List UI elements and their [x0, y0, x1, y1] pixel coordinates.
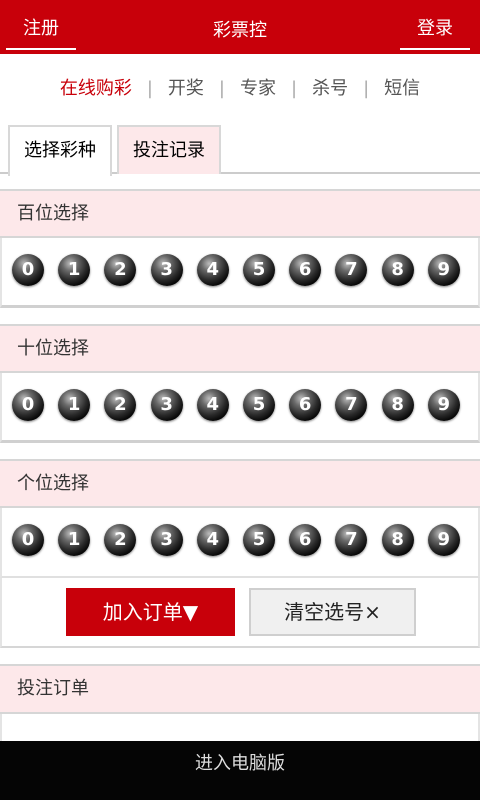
- number-ball-label: 1: [67, 529, 81, 550]
- number-ball-0[interactable]: 0: [12, 254, 44, 286]
- nav-item-kill-number[interactable]: 杀号: [312, 74, 348, 100]
- number-ball-0[interactable]: 0: [12, 389, 44, 421]
- number-ball-label: 8: [391, 394, 404, 415]
- tab-select-lottery[interactable]: 选择彩种: [8, 125, 112, 176]
- clear-selection-button[interactable]: 清空选号×: [249, 588, 416, 636]
- tab-bet-records[interactable]: 投注记录: [117, 125, 221, 174]
- nav-separator: |: [146, 78, 153, 99]
- desktop-version-link[interactable]: 进入电脑版: [0, 741, 480, 800]
- number-row: 0 1 2 3 4 5 6 7 8 9: [0, 508, 480, 578]
- number-ball-label: 2: [114, 394, 127, 415]
- number-ball-label: 3: [160, 259, 173, 280]
- number-ball-6[interactable]: 6: [289, 524, 322, 556]
- number-ball-label: 6: [298, 259, 312, 280]
- number-ball-5[interactable]: 5: [243, 389, 275, 421]
- number-ball-label: 5: [252, 394, 266, 415]
- number-ball-label: 4: [206, 259, 220, 280]
- number-ball-1[interactable]: 1: [58, 254, 91, 286]
- number-ball-label: 8: [391, 259, 404, 280]
- number-ball-8[interactable]: 8: [381, 254, 414, 286]
- nav-item-draw[interactable]: 开奖: [168, 74, 204, 100]
- number-ball-label: 9: [437, 394, 451, 415]
- number-ball-4[interactable]: 4: [196, 254, 229, 286]
- number-ball-8[interactable]: 8: [381, 389, 414, 421]
- number-ball-label: 8: [391, 529, 404, 550]
- number-ball-label: 7: [345, 394, 358, 415]
- number-ball-label: 6: [298, 394, 312, 415]
- number-ball-label: 6: [298, 529, 312, 550]
- number-ball-6[interactable]: 6: [289, 389, 322, 421]
- number-ball-6[interactable]: 6: [289, 254, 322, 286]
- number-ball-5[interactable]: 5: [243, 524, 275, 556]
- number-ball-label: 0: [21, 394, 35, 415]
- number-ball-5[interactable]: 5: [243, 254, 275, 286]
- number-ball-2[interactable]: 2: [104, 389, 137, 421]
- number-ball-label: 7: [345, 529, 358, 550]
- nav-separator: |: [291, 78, 298, 99]
- number-ball-label: 5: [252, 259, 266, 280]
- number-ball-label: 1: [67, 259, 81, 280]
- action-bar: 加入订单▼ 清空选号×: [0, 578, 480, 648]
- number-ball-4[interactable]: 4: [196, 524, 229, 556]
- number-ball-2[interactable]: 2: [104, 524, 137, 556]
- number-ball-label: 3: [160, 529, 173, 550]
- order-section-title: 投注订单: [0, 664, 480, 714]
- nav-item-online-buy[interactable]: 在线购彩: [60, 74, 132, 100]
- main-nav: 在线购彩 | 开奖 | 专家 | 杀号 | 短信: [0, 74, 480, 100]
- number-ball-3[interactable]: 3: [150, 524, 183, 556]
- section-title: 百位选择: [0, 189, 480, 238]
- nav-item-expert[interactable]: 专家: [240, 74, 276, 100]
- number-row: 0 1 2 3 4 5 6 7 8 9: [0, 373, 480, 443]
- number-ball-2[interactable]: 2: [104, 254, 137, 286]
- number-ball-label: 7: [345, 259, 358, 280]
- number-ball-label: 4: [206, 529, 220, 550]
- number-ball-label: 0: [21, 259, 35, 280]
- number-ball-1[interactable]: 1: [58, 389, 91, 421]
- number-ball-label: 0: [21, 529, 35, 550]
- number-ball-label: 5: [252, 529, 266, 550]
- login-button[interactable]: 登录: [400, 14, 470, 50]
- number-ball-8[interactable]: 8: [381, 524, 414, 556]
- number-ball-0[interactable]: 0: [12, 524, 44, 556]
- number-ball-9[interactable]: 9: [427, 389, 460, 421]
- number-ball-1[interactable]: 1: [58, 524, 91, 556]
- number-ball-label: 4: [206, 394, 220, 415]
- number-ball-4[interactable]: 4: [196, 389, 229, 421]
- number-ball-3[interactable]: 3: [150, 254, 183, 286]
- number-ball-label: 9: [437, 529, 451, 550]
- units-section: 个位选择 0 1 2 3 4 5 6 7 8 9: [0, 459, 480, 578]
- number-ball-label: 2: [114, 259, 127, 280]
- number-ball-label: 1: [67, 394, 81, 415]
- hundreds-section: 百位选择 0 1 2 3 4 5 6 7 8 9: [0, 189, 480, 308]
- add-to-order-button[interactable]: 加入订单▼: [66, 588, 235, 636]
- number-ball-9[interactable]: 9: [427, 524, 460, 556]
- number-ball-label: 9: [437, 259, 451, 280]
- order-list: [0, 714, 480, 744]
- nav-separator: |: [363, 78, 370, 99]
- number-ball-7[interactable]: 7: [335, 389, 368, 421]
- number-ball-3[interactable]: 3: [150, 389, 183, 421]
- tens-section: 十位选择 0 1 2 3 4 5 6 7 8 9: [0, 324, 480, 443]
- section-title: 十位选择: [0, 324, 480, 373]
- app-header: 注册 彩票控 登录: [0, 0, 480, 54]
- number-ball-9[interactable]: 9: [427, 254, 460, 286]
- tab-bar: 选择彩种 投注记录: [0, 125, 480, 176]
- number-ball-label: 2: [114, 529, 127, 550]
- section-title: 个位选择: [0, 459, 480, 508]
- number-ball-7[interactable]: 7: [335, 254, 368, 286]
- number-row: 0 1 2 3 4 5 6 7 8 9: [0, 238, 480, 308]
- nav-separator: |: [218, 78, 225, 99]
- number-ball-label: 3: [160, 394, 173, 415]
- nav-item-sms[interactable]: 短信: [384, 74, 420, 100]
- number-ball-7[interactable]: 7: [335, 524, 368, 556]
